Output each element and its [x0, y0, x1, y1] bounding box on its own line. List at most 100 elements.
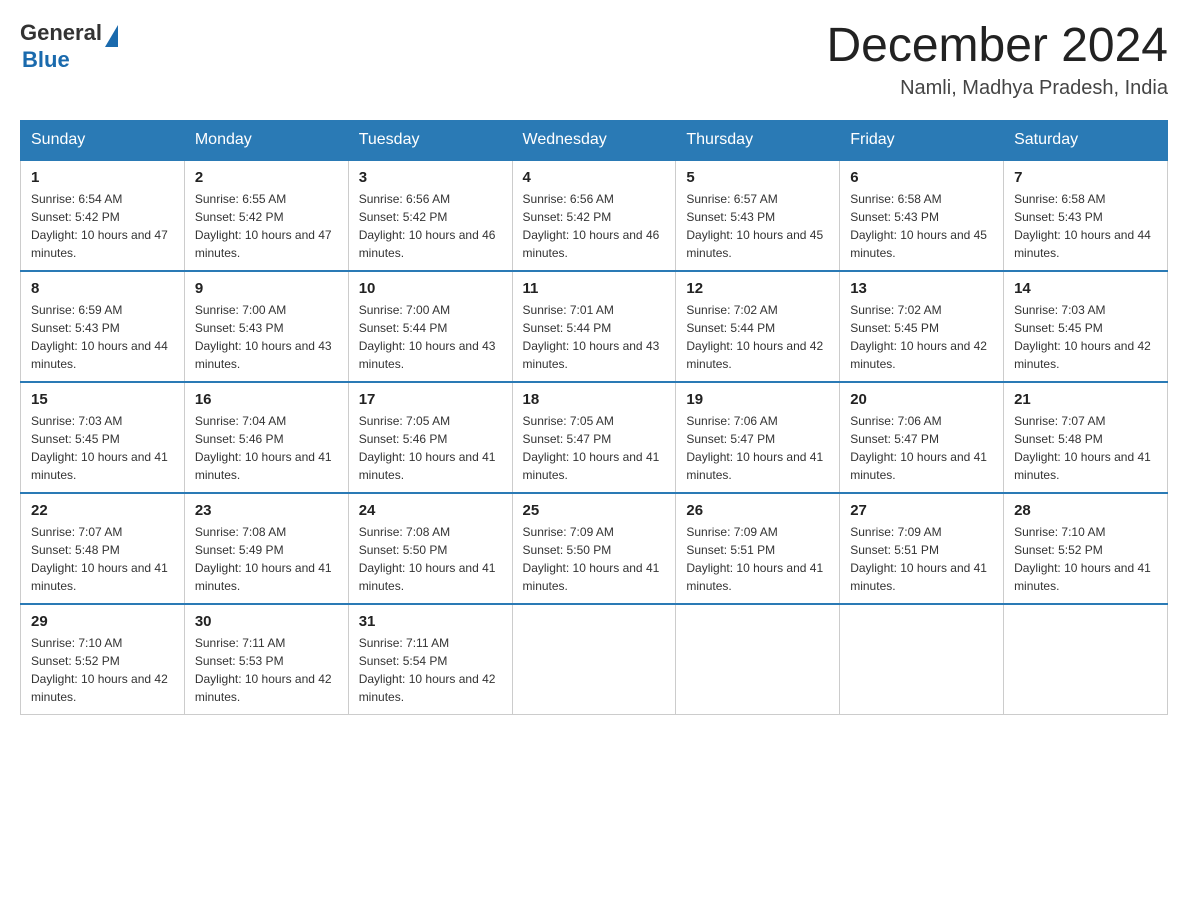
day-info: Sunrise: 7:11 AMSunset: 5:54 PMDaylight:… [359, 634, 502, 706]
cell-week3-day6: 21 Sunrise: 7:07 AMSunset: 5:48 PMDaylig… [1004, 382, 1168, 493]
day-info: Sunrise: 7:07 AMSunset: 5:48 PMDaylight:… [31, 523, 174, 595]
day-number: 3 [359, 169, 502, 186]
page-header: General Blue December 2024 Namli, Madhya… [20, 20, 1168, 100]
cell-week5-day5 [840, 604, 1004, 715]
week-row-4: 22 Sunrise: 7:07 AMSunset: 5:48 PMDaylig… [21, 493, 1168, 604]
cell-week5-day6 [1004, 604, 1168, 715]
day-number: 5 [686, 169, 829, 186]
cell-week3-day2: 17 Sunrise: 7:05 AMSunset: 5:46 PMDaylig… [348, 382, 512, 493]
calendar-header: Sunday Monday Tuesday Wednesday Thursday… [21, 120, 1168, 160]
day-number: 9 [195, 280, 338, 297]
header-sunday: Sunday [21, 120, 185, 160]
day-number: 18 [523, 391, 666, 408]
day-number: 30 [195, 613, 338, 630]
cell-week1-day3: 4 Sunrise: 6:56 AMSunset: 5:42 PMDayligh… [512, 160, 676, 271]
day-info: Sunrise: 7:09 AMSunset: 5:51 PMDaylight:… [850, 523, 993, 595]
weekday-header-row: Sunday Monday Tuesday Wednesday Thursday… [21, 120, 1168, 160]
cell-week4-day0: 22 Sunrise: 7:07 AMSunset: 5:48 PMDaylig… [21, 493, 185, 604]
cell-week5-day3 [512, 604, 676, 715]
day-number: 31 [359, 613, 502, 630]
cell-week4-day1: 23 Sunrise: 7:08 AMSunset: 5:49 PMDaylig… [184, 493, 348, 604]
day-info: Sunrise: 7:06 AMSunset: 5:47 PMDaylight:… [850, 412, 993, 484]
day-number: 25 [523, 502, 666, 519]
day-number: 7 [1014, 169, 1157, 186]
cell-week1-day2: 3 Sunrise: 6:56 AMSunset: 5:42 PMDayligh… [348, 160, 512, 271]
day-number: 20 [850, 391, 993, 408]
cell-week5-day0: 29 Sunrise: 7:10 AMSunset: 5:52 PMDaylig… [21, 604, 185, 715]
header-tuesday: Tuesday [348, 120, 512, 160]
day-info: Sunrise: 6:56 AMSunset: 5:42 PMDaylight:… [359, 190, 502, 262]
cell-week1-day0: 1 Sunrise: 6:54 AMSunset: 5:42 PMDayligh… [21, 160, 185, 271]
cell-week1-day1: 2 Sunrise: 6:55 AMSunset: 5:42 PMDayligh… [184, 160, 348, 271]
day-info: Sunrise: 7:09 AMSunset: 5:51 PMDaylight:… [686, 523, 829, 595]
day-info: Sunrise: 6:55 AMSunset: 5:42 PMDaylight:… [195, 190, 338, 262]
day-info: Sunrise: 7:07 AMSunset: 5:48 PMDaylight:… [1014, 412, 1157, 484]
day-number: 26 [686, 502, 829, 519]
cell-week5-day2: 31 Sunrise: 7:11 AMSunset: 5:54 PMDaylig… [348, 604, 512, 715]
day-info: Sunrise: 7:08 AMSunset: 5:50 PMDaylight:… [359, 523, 502, 595]
day-info: Sunrise: 6:56 AMSunset: 5:42 PMDaylight:… [523, 190, 666, 262]
week-row-1: 1 Sunrise: 6:54 AMSunset: 5:42 PMDayligh… [21, 160, 1168, 271]
day-number: 10 [359, 280, 502, 297]
header-wednesday: Wednesday [512, 120, 676, 160]
cell-week2-day4: 12 Sunrise: 7:02 AMSunset: 5:44 PMDaylig… [676, 271, 840, 382]
cell-week3-day5: 20 Sunrise: 7:06 AMSunset: 5:47 PMDaylig… [840, 382, 1004, 493]
cell-week2-day2: 10 Sunrise: 7:00 AMSunset: 5:44 PMDaylig… [348, 271, 512, 382]
cell-week1-day5: 6 Sunrise: 6:58 AMSunset: 5:43 PMDayligh… [840, 160, 1004, 271]
cell-week2-day3: 11 Sunrise: 7:01 AMSunset: 5:44 PMDaylig… [512, 271, 676, 382]
day-number: 29 [31, 613, 174, 630]
title-section: December 2024 Namli, Madhya Pradesh, Ind… [826, 20, 1168, 100]
day-number: 17 [359, 391, 502, 408]
cell-week2-day6: 14 Sunrise: 7:03 AMSunset: 5:45 PMDaylig… [1004, 271, 1168, 382]
week-row-5: 29 Sunrise: 7:10 AMSunset: 5:52 PMDaylig… [21, 604, 1168, 715]
header-friday: Friday [840, 120, 1004, 160]
logo-triangle-icon [105, 25, 118, 47]
day-info: Sunrise: 7:02 AMSunset: 5:45 PMDaylight:… [850, 301, 993, 373]
week-row-3: 15 Sunrise: 7:03 AMSunset: 5:45 PMDaylig… [21, 382, 1168, 493]
day-info: Sunrise: 6:58 AMSunset: 5:43 PMDaylight:… [1014, 190, 1157, 262]
cell-week2-day0: 8 Sunrise: 6:59 AMSunset: 5:43 PMDayligh… [21, 271, 185, 382]
day-number: 1 [31, 169, 174, 186]
logo-general-text: General [20, 20, 102, 45]
day-number: 23 [195, 502, 338, 519]
day-info: Sunrise: 6:59 AMSunset: 5:43 PMDaylight:… [31, 301, 174, 373]
day-number: 12 [686, 280, 829, 297]
day-number: 6 [850, 169, 993, 186]
day-info: Sunrise: 7:11 AMSunset: 5:53 PMDaylight:… [195, 634, 338, 706]
day-number: 4 [523, 169, 666, 186]
cell-week2-day5: 13 Sunrise: 7:02 AMSunset: 5:45 PMDaylig… [840, 271, 1004, 382]
cell-week5-day1: 30 Sunrise: 7:11 AMSunset: 5:53 PMDaylig… [184, 604, 348, 715]
day-info: Sunrise: 7:03 AMSunset: 5:45 PMDaylight:… [31, 412, 174, 484]
logo: General Blue [20, 20, 118, 73]
day-info: Sunrise: 7:06 AMSunset: 5:47 PMDaylight:… [686, 412, 829, 484]
day-number: 16 [195, 391, 338, 408]
day-number: 13 [850, 280, 993, 297]
day-info: Sunrise: 7:03 AMSunset: 5:45 PMDaylight:… [1014, 301, 1157, 373]
day-info: Sunrise: 7:02 AMSunset: 5:44 PMDaylight:… [686, 301, 829, 373]
day-number: 24 [359, 502, 502, 519]
calendar-table: Sunday Monday Tuesday Wednesday Thursday… [20, 120, 1168, 715]
logo-general: General [20, 20, 118, 47]
day-info: Sunrise: 6:57 AMSunset: 5:43 PMDaylight:… [686, 190, 829, 262]
location-title: Namli, Madhya Pradesh, India [826, 77, 1168, 100]
cell-week3-day3: 18 Sunrise: 7:05 AMSunset: 5:47 PMDaylig… [512, 382, 676, 493]
cell-week4-day4: 26 Sunrise: 7:09 AMSunset: 5:51 PMDaylig… [676, 493, 840, 604]
day-info: Sunrise: 7:10 AMSunset: 5:52 PMDaylight:… [1014, 523, 1157, 595]
logo-blue-text: Blue [22, 47, 118, 73]
day-number: 2 [195, 169, 338, 186]
cell-week4-day5: 27 Sunrise: 7:09 AMSunset: 5:51 PMDaylig… [840, 493, 1004, 604]
day-info: Sunrise: 7:10 AMSunset: 5:52 PMDaylight:… [31, 634, 174, 706]
logo-text-block: General Blue [20, 20, 118, 73]
day-info: Sunrise: 7:05 AMSunset: 5:46 PMDaylight:… [359, 412, 502, 484]
day-info: Sunrise: 7:01 AMSunset: 5:44 PMDaylight:… [523, 301, 666, 373]
cell-week3-day1: 16 Sunrise: 7:04 AMSunset: 5:46 PMDaylig… [184, 382, 348, 493]
month-title: December 2024 [826, 20, 1168, 73]
day-info: Sunrise: 7:08 AMSunset: 5:49 PMDaylight:… [195, 523, 338, 595]
day-number: 28 [1014, 502, 1157, 519]
day-number: 14 [1014, 280, 1157, 297]
day-info: Sunrise: 7:04 AMSunset: 5:46 PMDaylight:… [195, 412, 338, 484]
header-saturday: Saturday [1004, 120, 1168, 160]
cell-week3-day4: 19 Sunrise: 7:06 AMSunset: 5:47 PMDaylig… [676, 382, 840, 493]
day-info: Sunrise: 7:00 AMSunset: 5:44 PMDaylight:… [359, 301, 502, 373]
day-number: 8 [31, 280, 174, 297]
